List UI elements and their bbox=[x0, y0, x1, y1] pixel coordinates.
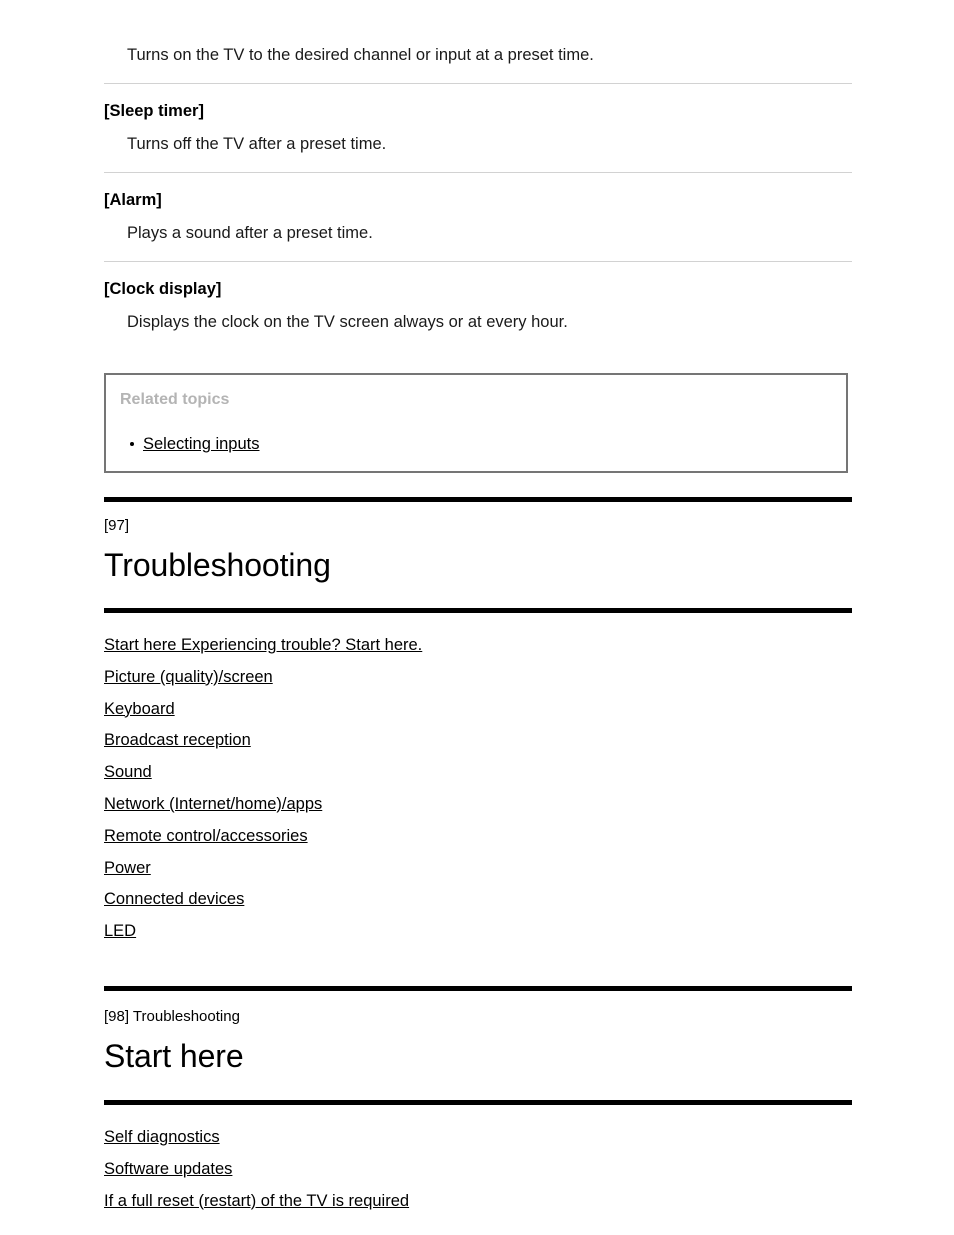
link-network-internet-home-apps[interactable]: Network (Internet/home)/apps bbox=[104, 795, 322, 813]
link-connected-devices[interactable]: Connected devices bbox=[104, 890, 244, 908]
list-item: Selecting inputs bbox=[106, 433, 846, 455]
list-item: If a full reset (restart) of the TV is r… bbox=[104, 1186, 852, 1218]
list-item: Picture (quality)/screen bbox=[104, 662, 852, 694]
link-sound[interactable]: Sound bbox=[104, 763, 152, 781]
list-item: Connected devices bbox=[104, 884, 852, 916]
link-self-diagnostics[interactable]: Self diagnostics bbox=[104, 1128, 220, 1146]
related-topics-box: Related topics Selecting inputs bbox=[104, 373, 848, 473]
list-item: Keyboard bbox=[104, 694, 852, 726]
entry-term-sleep-timer: [Sleep timer] bbox=[104, 102, 204, 120]
section-breadcrumb-98: [98] Troubleshooting bbox=[104, 1007, 240, 1025]
list-item: Remote control/accessories bbox=[104, 821, 852, 853]
list-item: LED bbox=[104, 916, 852, 948]
troubleshooting-link-list: Start here Experiencing trouble? Start h… bbox=[104, 630, 852, 948]
entry-term-clock-display: [Clock display] bbox=[104, 280, 222, 298]
list-item: Network (Internet/home)/apps bbox=[104, 789, 852, 821]
entry-description-alarm: Plays a sound after a preset time. bbox=[127, 224, 373, 242]
entry-description-sleep-timer: Turns off the TV after a preset time. bbox=[127, 135, 387, 153]
list-item: Software updates bbox=[104, 1154, 852, 1186]
list-item: Self diagnostics bbox=[104, 1122, 852, 1154]
related-topics-list: Selecting inputs bbox=[106, 433, 846, 455]
document-content: Turns on the TV to the desired channel o… bbox=[104, 0, 852, 1217]
list-item: Broadcast reception bbox=[104, 725, 852, 757]
entry-description: Turns on the TV to the desired channel o… bbox=[127, 46, 594, 64]
link-software-updates[interactable]: Software updates bbox=[104, 1160, 232, 1178]
list-item: Power bbox=[104, 853, 852, 885]
bullet-icon bbox=[130, 442, 134, 446]
link-broadcast-reception[interactable]: Broadcast reception bbox=[104, 731, 251, 749]
start-here-link-list: Self diagnostics Software updates If a f… bbox=[104, 1122, 852, 1217]
document-page: Turns on the TV to the desired channel o… bbox=[0, 0, 954, 1235]
entry-term-alarm: [Alarm] bbox=[104, 191, 162, 209]
list-item: Sound bbox=[104, 757, 852, 789]
link-power[interactable]: Power bbox=[104, 859, 151, 877]
link-full-reset-restart[interactable]: If a full reset (restart) of the TV is r… bbox=[104, 1192, 409, 1210]
related-topics-title: Related topics bbox=[120, 391, 230, 408]
related-topic-link-selecting-inputs[interactable]: Selecting inputs bbox=[143, 435, 260, 453]
page-title-start-here: Start here bbox=[104, 1037, 244, 1074]
link-start-here-experiencing-trouble[interactable]: Start here Experiencing trouble? Start h… bbox=[104, 636, 422, 654]
link-picture-quality-screen[interactable]: Picture (quality)/screen bbox=[104, 668, 273, 686]
page-title-troubleshooting: Troubleshooting bbox=[104, 547, 331, 583]
list-item: Start here Experiencing trouble? Start h… bbox=[104, 630, 852, 662]
link-remote-control-accessories[interactable]: Remote control/accessories bbox=[104, 827, 308, 845]
link-keyboard[interactable]: Keyboard bbox=[104, 700, 175, 718]
section-breadcrumb-97: [97] bbox=[104, 517, 130, 534]
entry-description-clock-display: Displays the clock on the TV screen alwa… bbox=[127, 313, 568, 331]
link-led[interactable]: LED bbox=[104, 922, 136, 940]
